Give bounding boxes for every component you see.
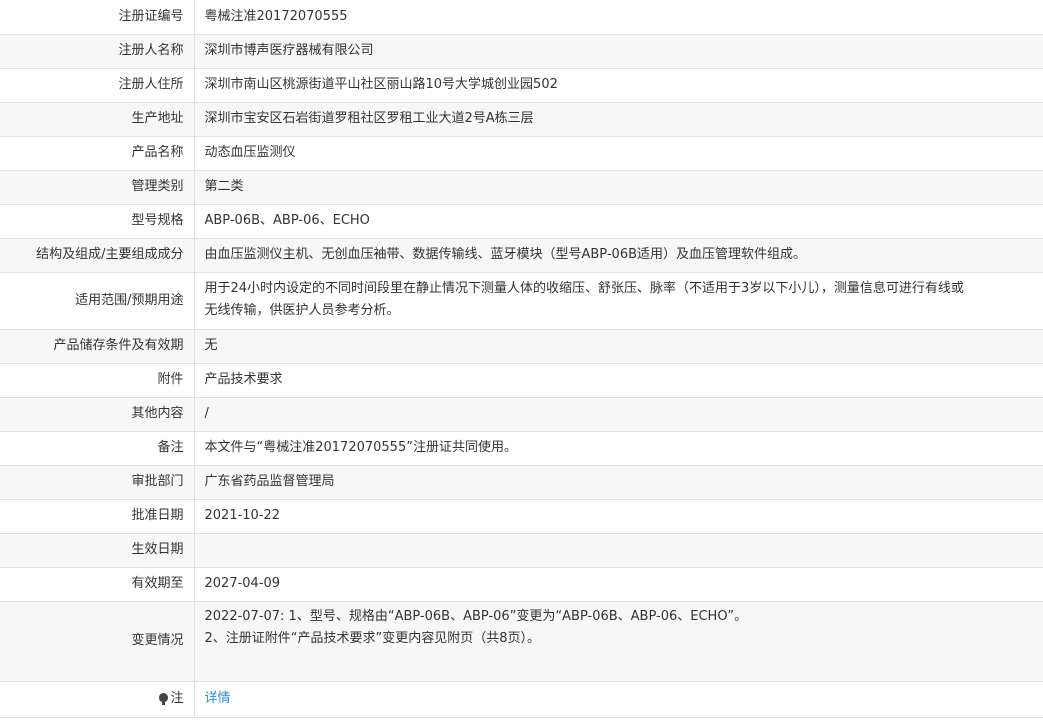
row-value: 深圳市博声医疗器械有限公司	[194, 34, 1043, 69]
row-label: 型号规格	[0, 204, 195, 239]
row-label: 审批部门	[0, 465, 195, 500]
row-storage-validity: 产品储存条件及有效期 无	[0, 329, 1043, 364]
row-value: ABP-06B、ABP-06、ECHO	[194, 204, 1043, 239]
row-registrant-address: 注册人住所 深圳市南山区桃源街道平山社区丽山路10号大学城创业园502	[0, 68, 1043, 103]
row-label: 注册人名称	[0, 34, 195, 69]
row-value: 粤械注准20172070555	[194, 0, 1043, 35]
row-value: 2022-07-07: 1、型号、规格由“ABP-06B、ABP-06”变更为“…	[194, 601, 1043, 682]
row-value: 无	[194, 329, 1043, 364]
row-label: 生产地址	[0, 102, 195, 137]
row-change-history: 变更情况 2022-07-07: 1、型号、规格由“ABP-06B、ABP-06…	[0, 601, 1043, 682]
row-value: 本文件与“粤械注准20172070555”注册证共同使用。	[194, 431, 1043, 466]
row-label: 产品名称	[0, 136, 195, 171]
row-label: 注册证编号	[0, 0, 195, 35]
row-value: 深圳市宝安区石岩街道罗租社区罗租工业大道2号A栋三层	[194, 102, 1043, 137]
row-approval-date: 批准日期 2021-10-22	[0, 499, 1043, 534]
row-registration-number: 注册证编号 粤械注准20172070555	[0, 0, 1043, 35]
row-label: 批准日期	[0, 499, 195, 534]
value-line: 用于24小时内设定的不同时间段里在静止情况下测量人体的收缩压、舒张压、脉率（不适…	[204, 280, 964, 296]
value-line: 2、注册证附件“产品技术要求”变更内容见附页（共8页）。	[204, 630, 541, 646]
row-label: 有效期至	[0, 567, 195, 602]
row-value: 深圳市南山区桃源街道平山社区丽山路10号大学城创业园502	[194, 68, 1043, 103]
row-value: 产品技术要求	[194, 363, 1043, 398]
row-value: 2027-04-09	[194, 567, 1043, 602]
value-line: 2022-07-07: 1、型号、规格由“ABP-06B、ABP-06”变更为“…	[204, 608, 748, 624]
lightbulb-icon	[159, 693, 169, 705]
row-label: 适用范围/预期用途	[0, 272, 195, 330]
note-label-cell: 注	[0, 681, 195, 718]
row-model-spec: 型号规格 ABP-06B、ABP-06、ECHO	[0, 204, 1043, 239]
row-intended-use: 适用范围/预期用途 用于24小时内设定的不同时间段里在静止情况下测量人体的收缩压…	[0, 272, 1043, 330]
row-value: 第二类	[194, 170, 1043, 205]
row-structure-composition: 结构及组成/主要组成成分 由血压监测仪主机、无创血压袖带、数据传输线、蓝牙模块（…	[0, 238, 1043, 273]
row-label: 生效日期	[0, 533, 195, 568]
row-note: 注 详情	[0, 681, 1043, 718]
row-attachment: 附件 产品技术要求	[0, 363, 1043, 398]
row-value: 用于24小时内设定的不同时间段里在静止情况下测量人体的收缩压、舒张压、脉率（不适…	[194, 272, 1043, 330]
row-label: 备注	[0, 431, 195, 466]
details-link[interactable]: 详情	[205, 691, 231, 706]
row-value: 2021-10-22	[194, 499, 1043, 534]
row-label: 变更情况	[0, 601, 195, 682]
row-label: 产品储存条件及有效期	[0, 329, 195, 364]
row-other-content: 其他内容 /	[0, 397, 1043, 432]
row-effective-date: 生效日期	[0, 533, 1043, 568]
row-production-address: 生产地址 深圳市宝安区石岩街道罗租社区罗租工业大道2号A栋三层	[0, 102, 1043, 137]
row-label: 其他内容	[0, 397, 195, 432]
row-label: 注册人住所	[0, 68, 195, 103]
row-value: 广东省药品监督管理局	[194, 465, 1043, 500]
row-product-name: 产品名称 动态血压监测仪	[0, 136, 1043, 171]
row-registrant-name: 注册人名称 深圳市博声医疗器械有限公司	[0, 34, 1043, 69]
row-label: 结构及组成/主要组成成分	[0, 238, 195, 273]
row-label: 管理类别	[0, 170, 195, 205]
row-value: /	[194, 397, 1043, 432]
row-value	[194, 533, 1043, 568]
row-valid-until: 有效期至 2027-04-09	[0, 567, 1043, 602]
registration-record-table: 注册证编号 粤械注准20172070555 注册人名称 深圳市博声医疗器械有限公…	[0, 0, 1043, 718]
row-value: 由血压监测仪主机、无创血压袖带、数据传输线、蓝牙模块（型号ABP-06B适用）及…	[194, 238, 1043, 273]
row-label: 附件	[0, 363, 195, 398]
note-label: 注	[170, 691, 184, 706]
note-value-cell: 详情	[194, 681, 1043, 718]
row-remarks: 备注 本文件与“粤械注准20172070555”注册证共同使用。	[0, 431, 1043, 466]
row-management-category: 管理类别 第二类	[0, 170, 1043, 205]
row-value: 动态血压监测仪	[194, 136, 1043, 171]
value-line: 无线传输，供医护人员参考分析。	[204, 302, 400, 318]
row-approval-department: 审批部门 广东省药品监督管理局	[0, 465, 1043, 500]
